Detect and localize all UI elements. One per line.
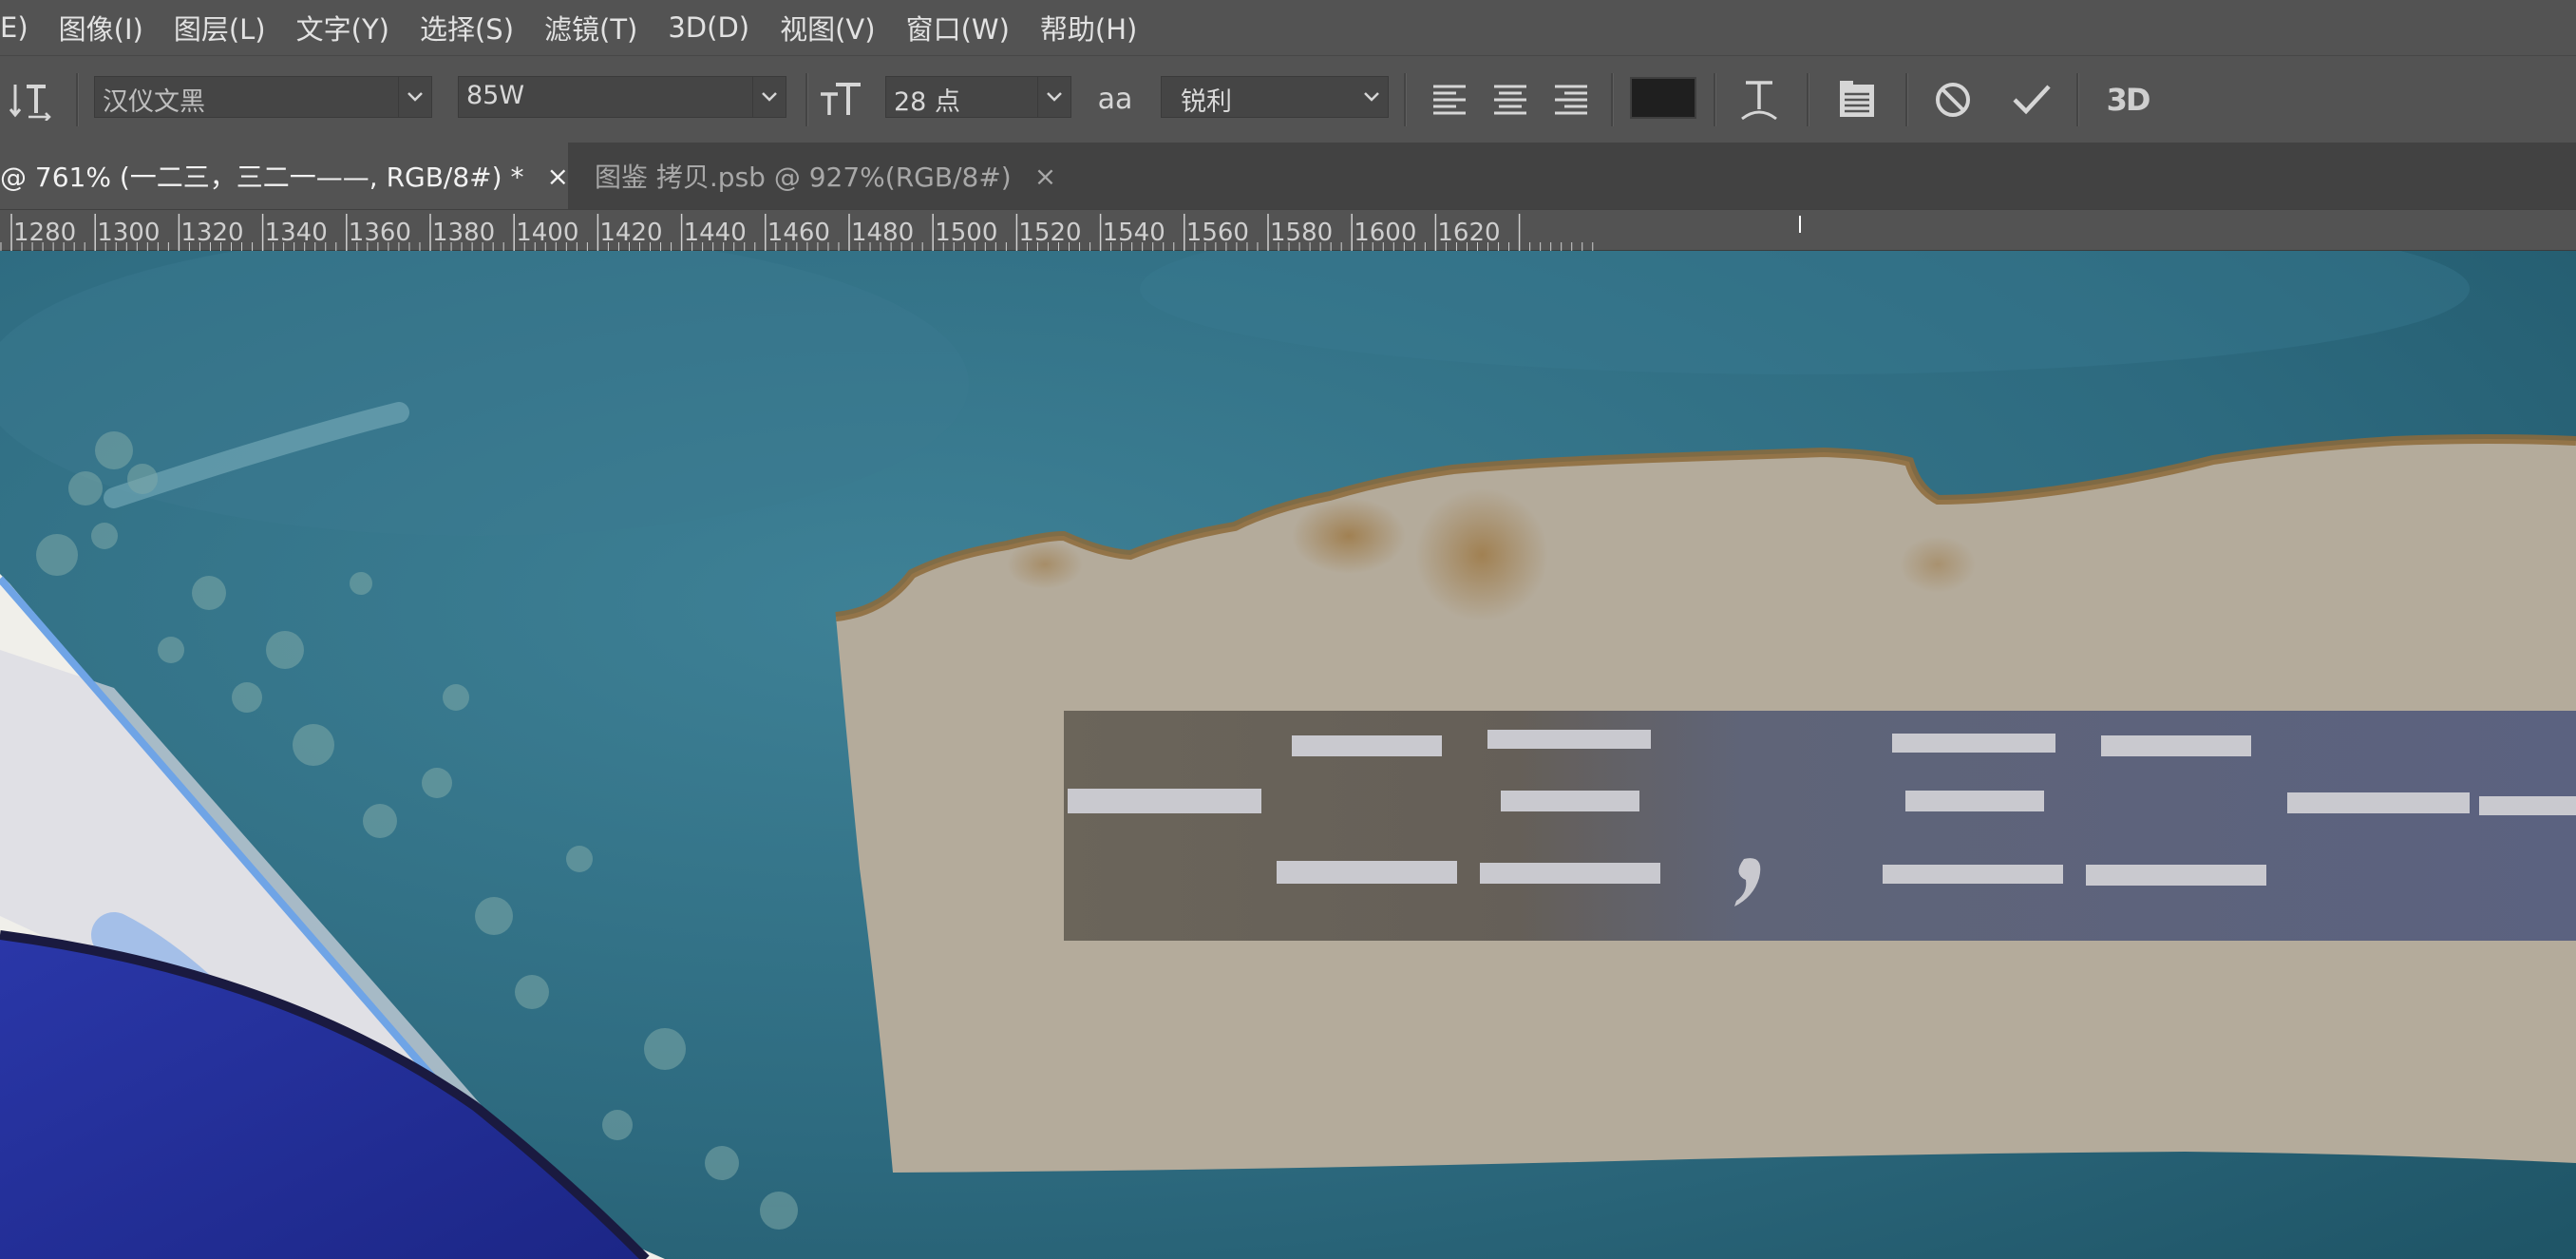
- menu-window[interactable]: 窗口(W): [891, 8, 1025, 48]
- ruler-label: 1480: [851, 219, 915, 247]
- font-size-value: 28 点: [894, 87, 960, 117]
- menu-filter[interactable]: 滤镜(T): [529, 8, 653, 48]
- tab-title: @ 761% (一二三，三二一——, RGB/8#) *: [0, 162, 524, 193]
- antialias-value: 锐利: [1181, 87, 1232, 117]
- align-left-icon[interactable]: [1429, 79, 1470, 121]
- font-style-value: 85W: [466, 81, 525, 110]
- ruler-label: 1460: [767, 219, 830, 247]
- chevron-down-icon: [1037, 77, 1070, 117]
- chevron-down-icon: [752, 77, 786, 117]
- align-center-icon[interactable]: [1489, 79, 1531, 121]
- font-family-select[interactable]: 汉仪文黑: [94, 76, 432, 118]
- menu-layer[interactable]: 图层(L): [159, 8, 281, 48]
- ruler-label: 1540: [1102, 219, 1165, 247]
- commit-check-icon[interactable]: [2006, 77, 2057, 123]
- menu-edit[interactable]: E): [0, 11, 44, 44]
- ruler-label: 1340: [264, 219, 328, 247]
- document-tab-bar: @ 761% (一二三，三二一——, RGB/8#) * × 图鉴 拷贝.psb…: [0, 143, 2576, 209]
- menu-help[interactable]: 帮助(H): [1025, 8, 1152, 48]
- cancel-icon[interactable]: [1928, 77, 1978, 123]
- options-bar: 汉仪文黑 85W 28 点 aa 锐利 3D: [0, 55, 2576, 143]
- ruler-label: 1380: [432, 219, 496, 247]
- menu-3d[interactable]: 3D(D): [653, 11, 765, 44]
- ruler-label: 1280: [13, 219, 77, 247]
- tab-title: 图鉴 拷贝.psb @ 927%(RGB/8#): [595, 162, 1012, 193]
- font-size-icon: [817, 79, 864, 121]
- chevron-down-icon: [398, 77, 431, 117]
- ruler-label: 1440: [683, 219, 747, 247]
- ruler-label: 1600: [1354, 219, 1417, 247]
- horizontal-ruler[interactable]: 1280 1300 1320 1340 1360 1380 1400 1420 1440 1460…: [0, 209, 2576, 252]
- font-family-value: 汉仪文黑: [103, 87, 205, 117]
- ruler-label: 1500: [935, 219, 998, 247]
- tab-active-document[interactable]: @ 761% (一二三，三二一——, RGB/8#) * ×: [0, 143, 569, 209]
- ruler-label: 1300: [97, 219, 161, 247]
- 3d-button[interactable]: 3D: [2101, 79, 2154, 121]
- ruler-label: 1620: [1437, 219, 1501, 247]
- ruler-label: 1320: [180, 219, 244, 247]
- ruler-label: 1360: [348, 219, 411, 247]
- menu-bar: E) 图像(I) 图层(L) 文字(Y) 选择(S) 滤镜(T) 3D(D) 视…: [0, 0, 2576, 55]
- font-style-select[interactable]: 85W: [458, 76, 786, 118]
- ruler-label: 1580: [1270, 219, 1334, 247]
- menu-select[interactable]: 选择(S): [405, 8, 529, 48]
- document-canvas[interactable]: [0, 251, 2576, 1259]
- ruler-label: 1520: [1018, 219, 1082, 247]
- close-icon[interactable]: ×: [546, 161, 568, 192]
- warp-text-icon[interactable]: [1736, 75, 1782, 124]
- vertical-type-icon[interactable]: [6, 77, 55, 123]
- menu-view[interactable]: 视图(V): [765, 8, 890, 48]
- chevron-down-icon: [1355, 77, 1388, 117]
- ruler-label: 1420: [599, 219, 663, 247]
- align-right-icon[interactable]: [1550, 79, 1592, 121]
- canvas-artwork: [0, 251, 2576, 1259]
- text-color-swatch[interactable]: [1630, 77, 1696, 119]
- menu-image[interactable]: 图像(I): [44, 8, 159, 48]
- menu-type[interactable]: 文字(Y): [281, 8, 405, 48]
- text-layer-box: [1064, 711, 2576, 941]
- antialias-select[interactable]: 锐利: [1161, 76, 1389, 118]
- antialias-icon: aa: [1097, 82, 1133, 116]
- character-panel-icon[interactable]: [1833, 77, 1881, 123]
- close-icon[interactable]: ×: [1034, 161, 1056, 192]
- ruler-label: 1560: [1185, 219, 1249, 247]
- ruler-label: 1400: [516, 219, 579, 247]
- font-size-select[interactable]: 28 点: [885, 76, 1071, 118]
- tab-inactive-document[interactable]: 图鉴 拷贝.psb @ 927%(RGB/8#) ×: [570, 143, 1056, 209]
